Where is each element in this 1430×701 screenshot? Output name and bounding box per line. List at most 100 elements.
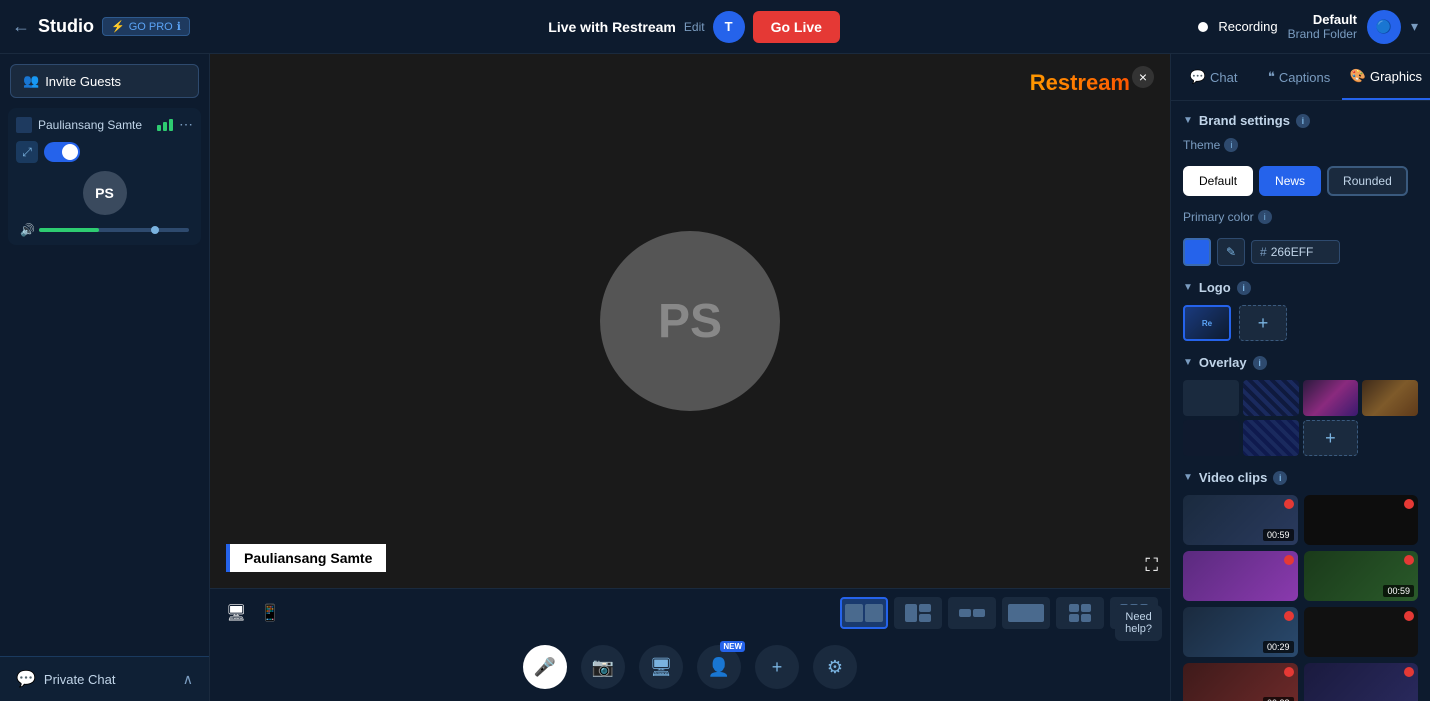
color-edit-button[interactable]: ✎	[1217, 238, 1245, 266]
theme-info-icon[interactable]: i	[1224, 138, 1238, 152]
overlay-thumb-3[interactable]	[1303, 380, 1359, 416]
guest-controls: ⤢	[16, 141, 193, 163]
edit-link[interactable]: Edit	[684, 20, 705, 34]
overlay-info-icon[interactable]: i	[1253, 356, 1267, 370]
overlay-thumb-1[interactable]	[1183, 380, 1239, 416]
overlay-add-button[interactable]: +	[1303, 420, 1359, 456]
graphics-icon: 🎨	[1350, 68, 1366, 84]
signal-bar-1	[157, 125, 161, 131]
back-button[interactable]: ←	[12, 16, 30, 37]
layout-option-3[interactable]	[948, 597, 996, 629]
video-record-icon-6	[1404, 611, 1414, 621]
topbar-right: Recording Default Brand Folder 🔵 ▾	[1198, 10, 1418, 44]
theme-news-button[interactable]: News	[1259, 166, 1321, 196]
theme-default-button[interactable]: Default	[1183, 166, 1253, 196]
layout-option-2[interactable]	[894, 597, 942, 629]
video-record-icon-3	[1284, 555, 1294, 565]
studio-title: Studio	[38, 16, 94, 37]
logo-info-icon[interactable]: i	[1237, 281, 1251, 295]
brand-settings-header: ▼ Brand settings i	[1183, 113, 1418, 128]
overlay-thumb-2[interactable]	[1243, 380, 1299, 416]
guest-toggle[interactable]	[44, 142, 80, 162]
camera-button[interactable]: 📷	[581, 645, 625, 689]
color-swatch[interactable]	[1183, 238, 1211, 266]
video-clip-4[interactable]: 00:59	[1304, 551, 1419, 601]
tab-captions[interactable]: ❝ Captions	[1256, 55, 1341, 99]
layout-option-5[interactable]	[1056, 597, 1104, 629]
tab-chat[interactable]: 💬 Chat	[1171, 55, 1256, 99]
layout-box-4	[1008, 604, 1044, 622]
video-record-icon-2	[1404, 499, 1414, 509]
signal-bar-2	[163, 122, 167, 131]
restream-logo: Restream	[1030, 70, 1130, 96]
profile-button[interactable]: 🔵	[1367, 10, 1401, 44]
mobile-view-button[interactable]: 📱	[256, 599, 284, 627]
audio-progress[interactable]	[39, 228, 189, 232]
logo-add-button[interactable]: +	[1239, 305, 1287, 341]
video-clip-2[interactable]	[1304, 495, 1419, 545]
hash-symbol: #	[1260, 245, 1267, 259]
layout-grid-5	[1069, 604, 1091, 622]
invite-icon: 👥	[23, 73, 39, 89]
recording-indicator	[1198, 22, 1208, 32]
tab-graphics[interactable]: 🎨 Graphics	[1342, 54, 1430, 100]
controls-bar: 🎤 📷 🖥 👤 NEW + ⚙	[210, 637, 1170, 701]
screen-share-button[interactable]: 🖥	[639, 645, 683, 689]
close-preview-button[interactable]: ×	[1132, 66, 1154, 88]
user-avatar-top[interactable]: T	[713, 11, 745, 43]
toggle-knob	[62, 144, 78, 160]
layout-box-2b1	[919, 604, 931, 612]
more-button[interactable]: ⋯	[179, 116, 193, 133]
preview-area: Restream × PS Pauliansang Samte ⛶	[210, 54, 1170, 588]
logo-section: ▼ Logo i Re +	[1183, 280, 1418, 341]
video-clip-7[interactable]: 00:38	[1183, 663, 1298, 701]
right-panel: 💬 Chat ❝ Captions 🎨 Graphics ▼ Brand set…	[1170, 54, 1430, 701]
overlay-label: Overlay	[1199, 355, 1247, 370]
mic-button[interactable]: 🎤	[523, 645, 567, 689]
private-chat-bar[interactable]: 💬 Private Chat ∧	[0, 656, 209, 701]
video-duration-4: 00:59	[1383, 585, 1414, 597]
chevron-up-icon: ∧	[183, 671, 193, 688]
expand-button[interactable]: ▾	[1411, 18, 1418, 35]
recording-label: Recording	[1218, 19, 1277, 34]
video-clip-6[interactable]	[1304, 607, 1419, 657]
video-record-icon-1	[1284, 499, 1294, 509]
video-clip-5[interactable]: 00:29	[1183, 607, 1298, 657]
theme-rounded-button[interactable]: Rounded	[1327, 166, 1408, 196]
invite-guests-button[interactable]: 👥 Invite Guests	[10, 64, 199, 98]
overlay-toggle[interactable]: ▼	[1183, 357, 1193, 368]
video-clip-3[interactable]	[1183, 551, 1298, 601]
color-info-icon[interactable]: i	[1258, 210, 1272, 224]
theme-options: Default News Rounded	[1183, 166, 1418, 196]
audio-icon: 🔊	[20, 223, 35, 237]
desktop-view-button[interactable]: 🖥	[222, 599, 250, 627]
gopro-badge[interactable]: ⚡ GO PRO ℹ	[102, 17, 190, 36]
topbar-center: Live with Restream Edit T Go Live	[200, 11, 1188, 43]
logo-thumbnail[interactable]: Re	[1183, 305, 1231, 341]
add-button[interactable]: +	[755, 645, 799, 689]
overlay-thumb-5[interactable]	[1183, 420, 1239, 456]
layout-options	[840, 597, 1158, 629]
overlay-thumb-4[interactable]	[1362, 380, 1418, 416]
need-help-button[interactable]: Needhelp?	[1115, 605, 1162, 641]
color-hex-input[interactable]	[1271, 245, 1331, 259]
video-record-icon-4	[1404, 555, 1414, 565]
video-clip-8[interactable]	[1304, 663, 1419, 701]
fullscreen-button[interactable]: ⛶	[1145, 555, 1158, 576]
add-guest-button[interactable]: 👤 NEW	[697, 645, 741, 689]
settings-button[interactable]: ⚙	[813, 645, 857, 689]
brand-settings-toggle[interactable]: ▼	[1183, 115, 1193, 126]
video-clips-toggle[interactable]: ▼	[1183, 472, 1193, 483]
layout-option-4[interactable]	[1002, 597, 1050, 629]
expand-guest-button[interactable]: ⤢	[16, 141, 38, 163]
brand-settings-info-icon[interactable]: i	[1296, 114, 1310, 128]
signal-bar-3	[169, 119, 173, 131]
overlay-thumb-6[interactable]	[1243, 420, 1299, 456]
guest-name: Pauliansang Samte	[38, 118, 151, 132]
video-clips-info-icon[interactable]: i	[1273, 471, 1287, 485]
video-clip-1[interactable]: 00:59	[1183, 495, 1298, 545]
logo-toggle[interactable]: ▼	[1183, 282, 1193, 293]
go-live-button[interactable]: Go Live	[753, 11, 840, 43]
layout-option-1[interactable]	[840, 597, 888, 629]
new-badge: NEW	[720, 641, 745, 652]
